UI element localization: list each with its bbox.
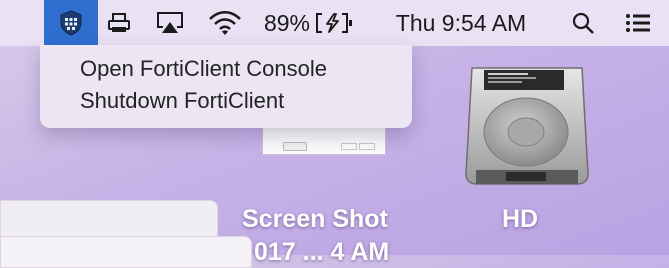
screenshot-file-label-line2[interactable]: 017 ... 4 AM bbox=[254, 238, 389, 267]
battery-status-item[interactable] bbox=[312, 0, 358, 46]
menubar-clock[interactable]: Thu 9:54 AM bbox=[382, 0, 540, 46]
notification-center-icon bbox=[626, 14, 650, 32]
wifi-status-item[interactable] bbox=[205, 0, 245, 46]
battery-percent[interactable]: 89% bbox=[263, 0, 311, 46]
forticlient-shield-icon bbox=[60, 10, 82, 36]
open-forticlient-console-menu-item[interactable]: Open FortiClient Console bbox=[80, 56, 327, 82]
notification-center-button[interactable] bbox=[620, 0, 656, 46]
shutdown-forticlient-menu-item[interactable]: Shutdown FortiClient bbox=[80, 88, 284, 114]
printer-status-item[interactable] bbox=[104, 0, 134, 46]
screenshot-file-thumbnail[interactable] bbox=[262, 128, 386, 155]
airplay-icon bbox=[157, 12, 183, 33]
hard-drive-label[interactable]: HD bbox=[502, 205, 538, 234]
background-window bbox=[0, 236, 252, 268]
menu-bar: 89% Thu 9:54 AM bbox=[0, 0, 669, 46]
hard-drive-icon[interactable] bbox=[462, 62, 592, 190]
airplay-status-item[interactable] bbox=[152, 0, 188, 46]
spotlight-search-icon bbox=[572, 12, 594, 34]
thumbnail-detail bbox=[359, 143, 375, 150]
wifi-icon bbox=[209, 11, 241, 35]
thumbnail-detail bbox=[341, 143, 357, 150]
screenshot-file-label[interactable]: Screen Shot bbox=[242, 205, 388, 234]
spotlight-button[interactable] bbox=[565, 0, 601, 46]
forticlient-dropdown-menu: Open FortiClient Console Shutdown FortiC… bbox=[40, 45, 412, 128]
battery-charging-icon bbox=[316, 13, 352, 33]
printer-icon bbox=[108, 13, 130, 32]
forticlient-menu-extra[interactable] bbox=[44, 0, 98, 46]
thumbnail-detail bbox=[283, 142, 307, 151]
